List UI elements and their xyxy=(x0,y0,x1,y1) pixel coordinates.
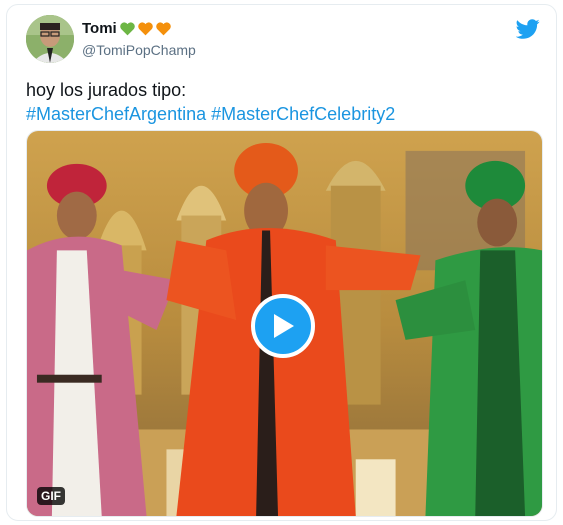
twitter-bird-icon[interactable] xyxy=(516,17,540,41)
author-name[interactable]: Tomi xyxy=(82,20,117,37)
play-button[interactable] xyxy=(251,294,315,358)
avatar-image xyxy=(26,15,74,63)
gif-media[interactable]: GIF xyxy=(26,130,543,517)
gif-badge: GIF xyxy=(37,487,65,505)
hashtag-link[interactable]: #MasterChefCelebrity2 xyxy=(211,104,395,124)
name-emojis xyxy=(119,21,173,36)
avatar[interactable] xyxy=(26,15,74,63)
tweet-text: hoy los jurados tipo: #MasterChefArgenti… xyxy=(26,78,395,126)
green-heart-icon xyxy=(119,22,135,36)
orange-heart-icon xyxy=(155,22,171,36)
play-icon xyxy=(274,314,294,338)
orange-heart-icon xyxy=(137,22,153,36)
hashtag-link[interactable]: #MasterChefArgentina xyxy=(26,104,206,124)
tweet-text-line: hoy los jurados tipo: xyxy=(26,80,187,100)
author-handle[interactable]: @TomiPopChamp xyxy=(82,42,196,58)
tweet-card[interactable]: Tomi @TomiPopChamp hoy los jurados tipo:… xyxy=(6,4,557,521)
